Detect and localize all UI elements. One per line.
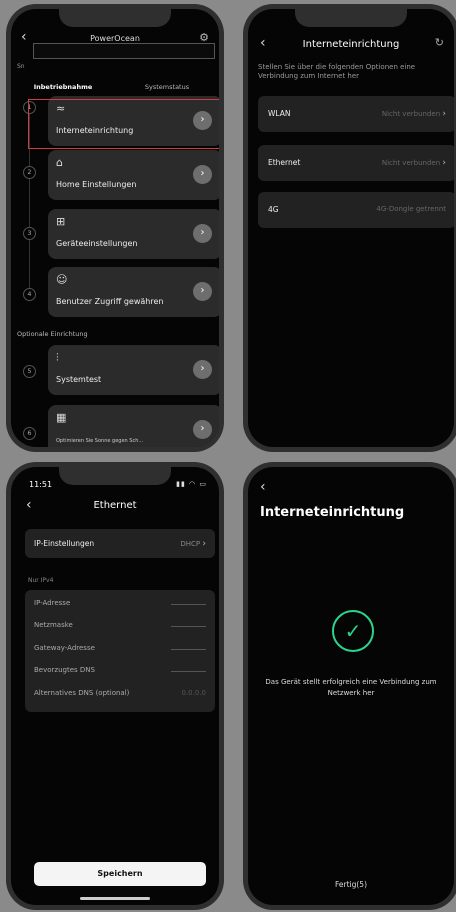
screen-ethernet-settings: 11:51 ▮▮ ◠ ▭ ‹ Ethernet IP-Einstellungen… xyxy=(11,467,219,905)
phone-internet-setup: ‹ Interneteinrichtung ↻ Stellen Sie über… xyxy=(243,4,456,452)
option-label-ethernet: Ethernet xyxy=(268,158,301,167)
tab-bar: Inbetriebnahme Systemstatus xyxy=(11,83,219,95)
step-label-systemtest: Systemtest xyxy=(56,375,102,384)
option-status-wlan: Nicht verbunden › xyxy=(381,109,446,119)
step-label-user-access: Benutzer Zugriff gewähren xyxy=(56,297,164,306)
chevron-right-icon: › xyxy=(202,539,206,549)
option-row-wlan[interactable]: WLAN Nicht verbunden › xyxy=(258,96,454,132)
notch xyxy=(59,9,171,27)
step-card-devices[interactable]: ⊞ Geräteeinstellungen › xyxy=(48,209,219,259)
phone-connection-success: ‹ Interneteinrichtung ✓ Das Gerät stellt… xyxy=(243,462,456,910)
option-status-ethernet: Nicht verbunden › xyxy=(381,158,446,168)
building-icon: ▦ xyxy=(56,411,67,424)
chevron-right-icon[interactable]: › xyxy=(193,282,212,301)
refresh-icon[interactable]: ↻ xyxy=(435,36,444,49)
option-label-4g: 4G xyxy=(268,205,279,214)
screen-setup-overview: ‹ PowerOcean ⚙ Sn Inbetriebnahme Systems… xyxy=(11,9,219,447)
step-number-3: 3 xyxy=(23,227,36,240)
status-time: 11:51 xyxy=(29,480,53,489)
field-ip-address[interactable]: IP-Adresse xyxy=(34,599,206,611)
save-button[interactable]: Speichern xyxy=(34,862,206,886)
option-label-wlan: WLAN xyxy=(268,109,291,118)
step-card-home[interactable]: ⌂ Home Einstellungen › xyxy=(48,150,219,200)
screen-internet-setup: ‹ Interneteinrichtung ↻ Stellen Sie über… xyxy=(248,9,454,447)
field-preferred-dns[interactable]: Bevorzugtes DNS xyxy=(34,666,206,678)
page-title: Interneteinrichtung xyxy=(260,505,405,520)
option-status-4g: 4G-Dongle getrennt xyxy=(376,205,446,213)
devices-icon: ⊞ xyxy=(56,215,66,228)
chevron-right-icon[interactable]: › xyxy=(193,224,212,243)
status-icons: ▮▮ ◠ ▭ xyxy=(176,480,207,488)
success-check-icon: ✓ xyxy=(332,610,374,652)
redacted-bar xyxy=(33,43,215,59)
success-message: Das Gerät stellt erfolgreich eine Verbin… xyxy=(265,678,437,697)
phone-ethernet-settings: 11:51 ▮▮ ◠ ▭ ‹ Ethernet IP-Einstellungen… xyxy=(6,462,224,910)
step-number-4: 4 xyxy=(23,288,36,301)
chevron-right-icon[interactable]: › xyxy=(193,360,212,379)
home-indicator xyxy=(80,897,150,900)
notch xyxy=(59,467,171,485)
step-card-systemtest[interactable]: ⫶ Systemtest › xyxy=(48,345,219,395)
option-row-4g[interactable]: 4G 4G-Dongle getrennt xyxy=(258,192,454,228)
tab-inbetriebnahme[interactable]: Inbetriebnahme xyxy=(11,83,115,95)
field-gateway[interactable]: Gateway-Adresse xyxy=(34,644,206,656)
field-netmask[interactable]: Netzmaske xyxy=(34,621,206,633)
step-card-optimize[interactable]: ▦ Optimieren Sie Sonne gegen Sch... › xyxy=(48,405,219,447)
tab-systemstatus[interactable]: Systemstatus xyxy=(115,83,219,95)
step-label-devices: Geräteeinstellungen xyxy=(56,239,138,248)
option-row-ethernet[interactable]: Ethernet Nicht verbunden › xyxy=(258,145,454,181)
user-icon: ☺ xyxy=(56,273,68,286)
step-label-optimize: Optimieren Sie Sonne gegen Sch... xyxy=(56,438,144,444)
step-number-2: 2 xyxy=(23,166,36,179)
chevron-right-icon: › xyxy=(442,109,446,119)
notch xyxy=(295,9,407,27)
optional-section-label: Optionale Einrichtung xyxy=(17,330,88,338)
done-button[interactable]: Fertig(5) xyxy=(248,880,454,889)
step-number-6: 6 xyxy=(23,427,36,440)
page-title: Interneteinrichtung xyxy=(302,39,400,50)
ip-settings-row[interactable]: IP-Einstellungen DHCP › xyxy=(25,529,215,558)
sliders-icon: ⫶ xyxy=(56,351,59,364)
chevron-right-icon[interactable]: › xyxy=(193,420,212,439)
serial-label: Sn xyxy=(17,63,25,70)
ipv4-label: Nur IPv4 xyxy=(28,577,54,584)
app-title: PowerOcean xyxy=(90,34,140,43)
chevron-right-icon[interactable]: › xyxy=(193,165,212,184)
step-card-user-access[interactable]: ☺ Benutzer Zugriff gewähren › xyxy=(48,267,219,317)
page-title: Ethernet xyxy=(93,500,137,511)
screen-connection-success: ‹ Interneteinrichtung ✓ Das Gerät stellt… xyxy=(248,467,454,905)
step-number-5: 5 xyxy=(23,365,36,378)
ip-fields-group: IP-Adresse Netzmaske Gateway-Adresse Bev… xyxy=(25,590,215,712)
phone-setup-overview: ‹ PowerOcean ⚙ Sn Inbetriebnahme Systems… xyxy=(6,4,224,452)
home-icon: ⌂ xyxy=(56,156,63,169)
ip-settings-label: IP-Einstellungen xyxy=(34,539,95,548)
back-icon[interactable]: ‹ xyxy=(260,479,266,495)
ip-settings-value: DHCP › xyxy=(180,539,206,549)
step-label-home: Home Einstellungen xyxy=(56,180,137,189)
chevron-right-icon: › xyxy=(442,158,446,168)
page-description: Stellen Sie über die folgenden Optionen … xyxy=(258,63,416,81)
field-alternative-dns[interactable]: Alternatives DNS (optional) 0.0.0.0 xyxy=(34,689,206,701)
highlight-box xyxy=(28,99,219,149)
